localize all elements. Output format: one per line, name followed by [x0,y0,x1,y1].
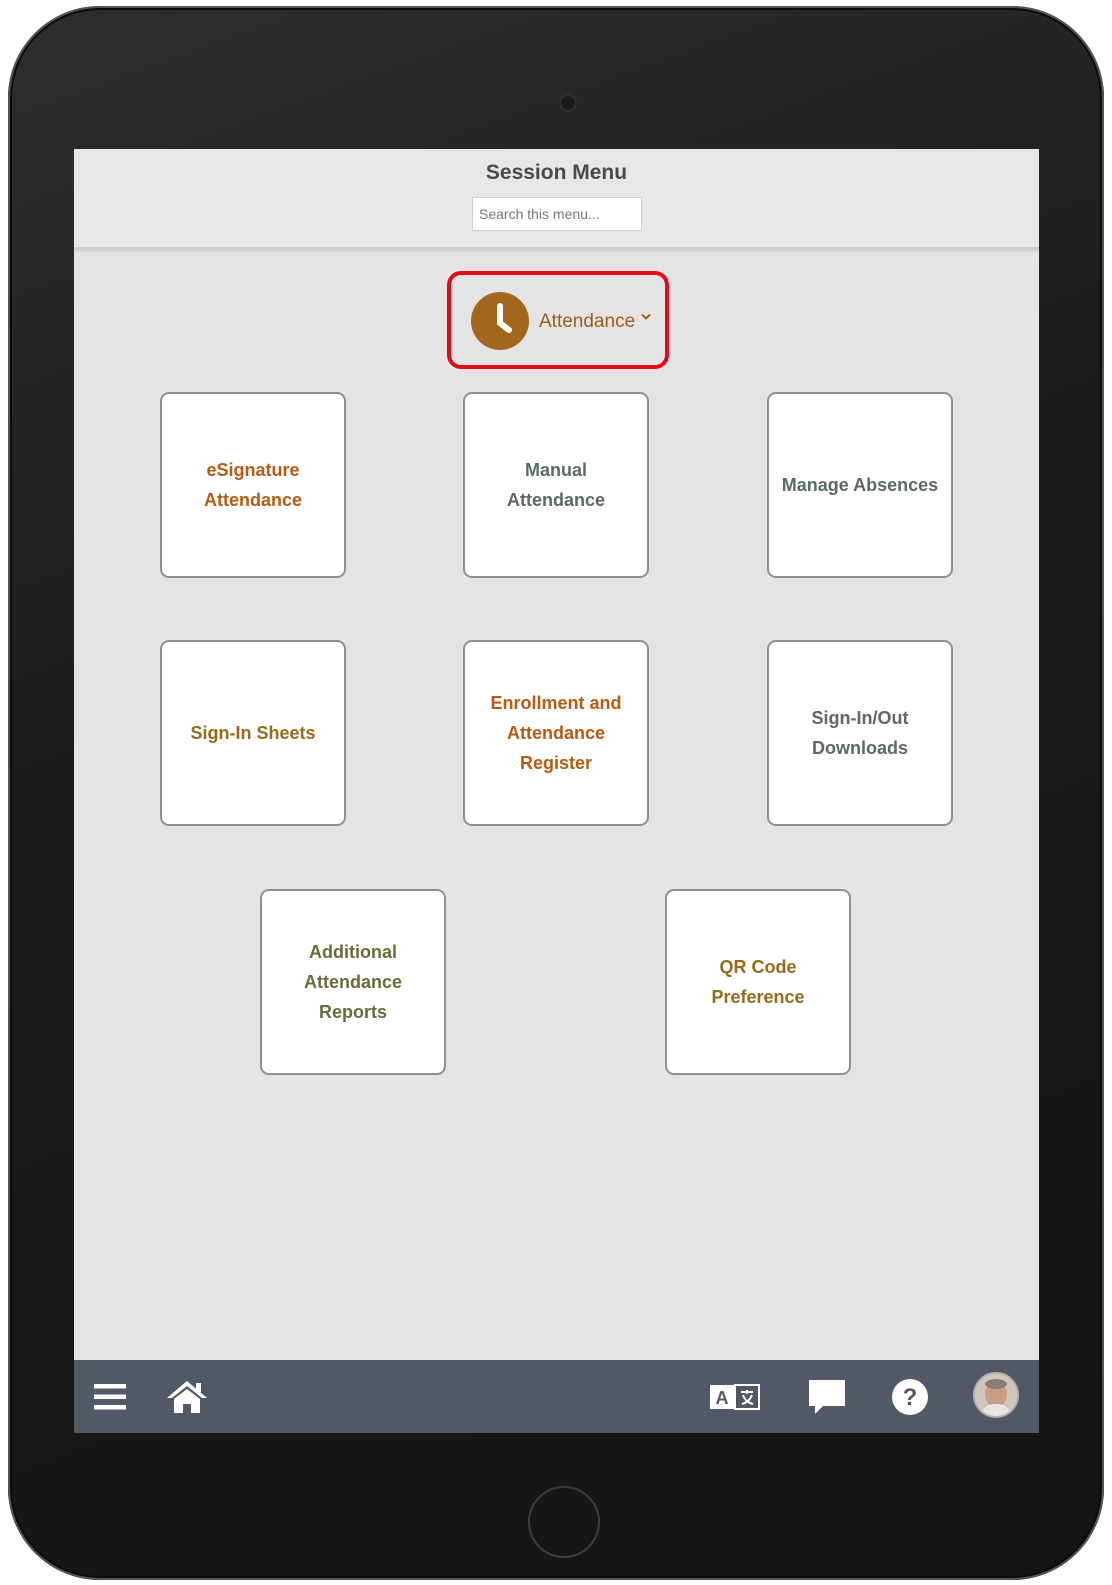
tile-sign-in-sheets[interactable]: Sign-In Sheets [160,640,346,826]
tile-label: Sign-In Sheets [190,723,316,743]
tile-esignature-attendance[interactable]: eSignature Attendance [160,392,346,578]
translate-icon: A [710,1383,760,1410]
tile-sign-in-out-downloads[interactable]: Sign-In/Out Downloads [767,640,953,826]
attendance-category-toggle[interactable]: Attendance [447,271,669,369]
help-button[interactable]: ? [890,1360,930,1433]
tile-label: eSignature Attendance [203,460,302,510]
category-label: Attendance [539,311,636,332]
translate-button[interactable]: A [708,1360,762,1433]
tile-label: Manage Absences [781,475,939,495]
tile-manual-attendance[interactable]: Manual Attendance [463,392,649,578]
device-home-button[interactable] [528,1486,600,1558]
tile-label: Additional Attendance Reports [303,942,402,1022]
user-avatar-image [975,1374,1017,1416]
avatar[interactable] [973,1372,1019,1418]
clock-icon [471,292,529,350]
tile-label: Enrollment and Attendance Register [490,693,622,773]
bottom-toolbar: A ? [74,1360,1039,1433]
home-button[interactable] [164,1360,210,1433]
tile-qr-code-preference[interactable]: QR Code Preference [665,889,851,1075]
camera-icon [559,94,577,112]
chat-icon [809,1379,845,1414]
svg-text:?: ? [903,1384,918,1411]
screen: Session Menu Attendance eSignature Atten… [74,149,1039,1433]
hamburger-menu-icon [94,1383,126,1409]
tile-label: QR Code Preference [711,957,805,1007]
tile-manage-absences[interactable]: Manage Absences [767,392,953,578]
menu-button[interactable] [92,1360,128,1433]
home-icon [167,1380,207,1413]
tile-label: Sign-In/Out Downloads [811,708,909,758]
page-title: Session Menu [485,161,628,184]
help-icon: ? [892,1378,928,1415]
tile-label: Manual Attendance [506,460,605,510]
tile-additional-attendance-reports[interactable]: Additional Attendance Reports [260,889,446,1075]
session-header: Session Menu [74,149,1039,249]
chevron-down-icon [641,313,651,320]
svg-text:A: A [716,1388,729,1408]
chat-button[interactable] [806,1360,848,1433]
search-input[interactable] [472,197,642,231]
tile-enrollment-attendance-register[interactable]: Enrollment and Attendance Register [463,640,649,826]
